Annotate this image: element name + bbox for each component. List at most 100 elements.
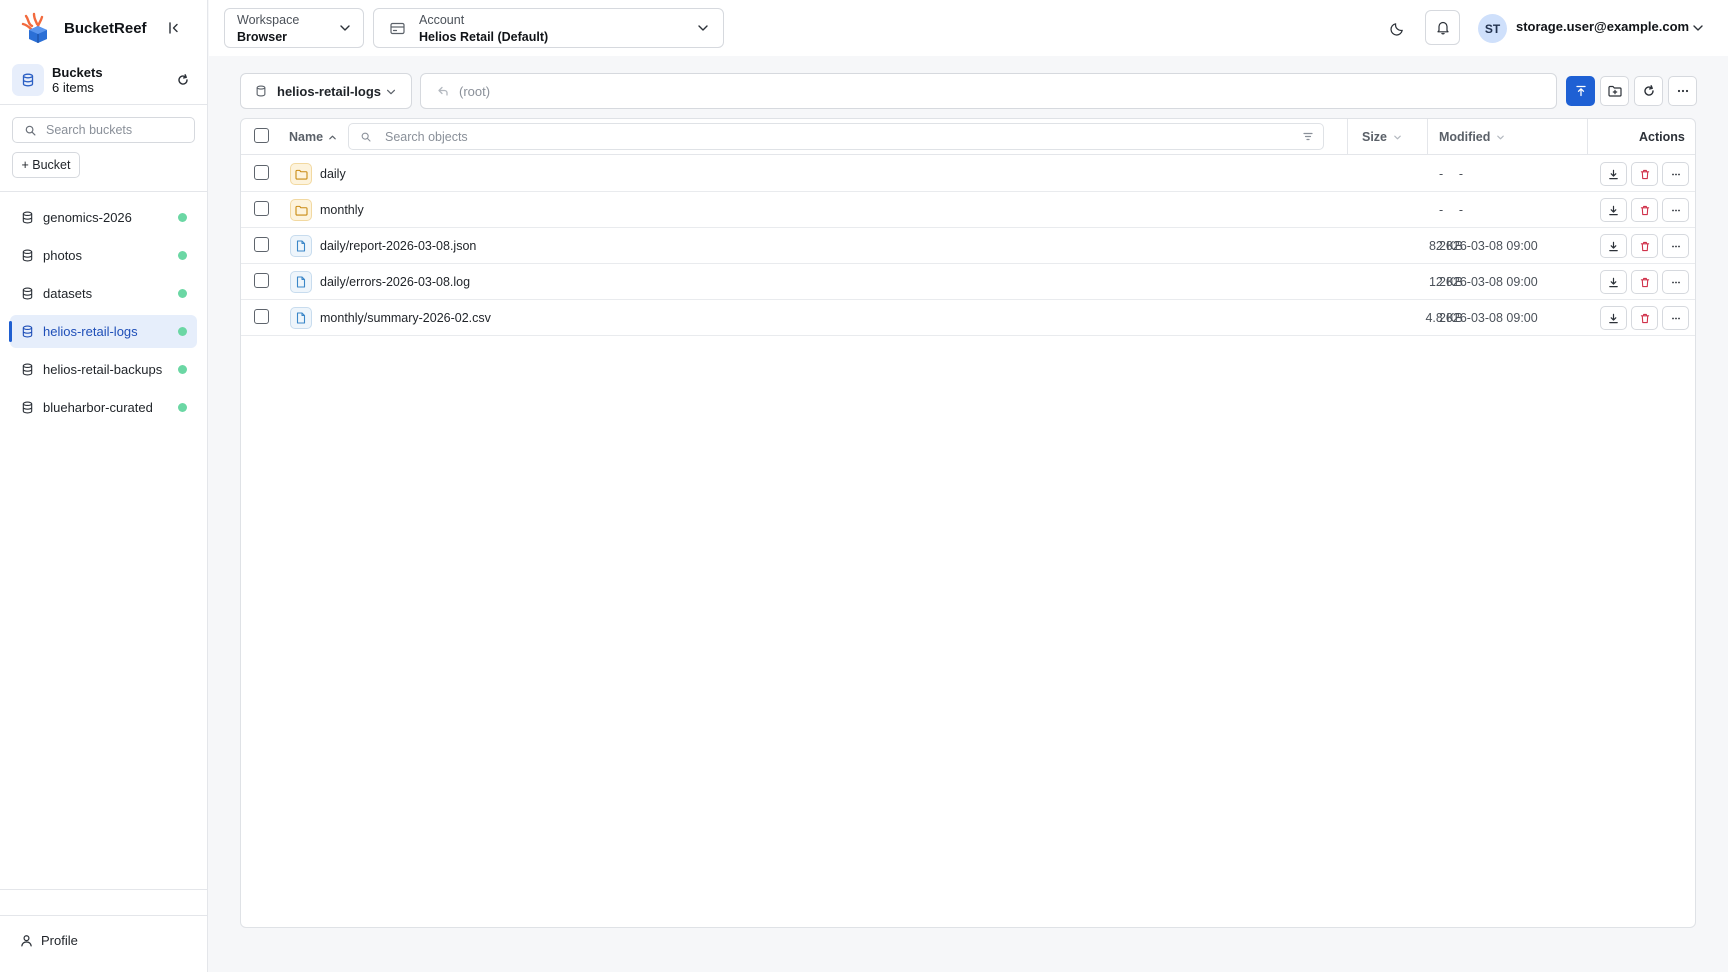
object-name[interactable]: daily	[320, 167, 346, 181]
bucket-item-label: datasets	[43, 286, 93, 301]
bucket-item-helios-retail-logs[interactable]: helios-retail-logs	[9, 315, 197, 348]
row-more-button[interactable]	[1662, 162, 1689, 186]
download-button[interactable]	[1600, 234, 1627, 258]
object-modified: -	[1439, 203, 1444, 217]
chevron-down-icon[interactable]	[1691, 21, 1705, 35]
bucket-search[interactable]	[12, 117, 195, 143]
delete-button[interactable]	[1631, 198, 1658, 222]
download-button[interactable]	[1600, 198, 1627, 222]
refresh-icon	[1643, 85, 1654, 96]
more-icon	[1671, 317, 1680, 319]
row-more-button[interactable]	[1662, 270, 1689, 294]
bucket-icon	[22, 287, 33, 300]
column-modified[interactable]: Modified	[1439, 130, 1490, 144]
theme-toggle-button[interactable]	[1385, 16, 1409, 40]
table-row[interactable]: daily/report-2026-03-08.json 82 KB 2026-…	[241, 228, 1695, 264]
chevron-down-icon	[386, 89, 396, 95]
table-header: Name Size Modified Actions	[241, 119, 1695, 155]
account-selector[interactable]: Account Helios Retail (Default)	[373, 8, 724, 48]
collapse-sidebar-button[interactable]	[164, 18, 184, 38]
delete-button[interactable]	[1631, 162, 1658, 186]
user-email[interactable]: storage.user@example.com	[1516, 19, 1689, 34]
table-row[interactable]: daily/errors-2026-03-08.log 12 KB 2026-0…	[241, 264, 1695, 300]
back-arrow-icon[interactable]	[437, 85, 449, 97]
search-icon	[25, 125, 36, 135]
table-row[interactable]: monthly/summary-2026-02.csv 4.8 KB 2026-…	[241, 300, 1695, 336]
download-button[interactable]	[1600, 162, 1627, 186]
add-bucket-button[interactable]: + Bucket	[12, 152, 80, 178]
buckets-count: 6 items	[52, 80, 94, 95]
status-dot	[178, 365, 187, 374]
current-path: (root)	[459, 83, 491, 99]
download-button[interactable]	[1600, 306, 1627, 330]
profile-link[interactable]: Profile	[20, 933, 78, 948]
more-icon	[1677, 89, 1688, 93]
workspace-selector[interactable]: Workspace Browser	[224, 8, 364, 48]
table-row[interactable]: daily - -	[241, 156, 1695, 192]
object-name[interactable]: monthly/summary-2026-02.csv	[320, 311, 491, 325]
file-icon	[290, 307, 312, 329]
divider	[0, 915, 207, 916]
bucket-item-helios-retail-backups[interactable]: helios-retail-backups	[10, 353, 197, 386]
object-search[interactable]	[348, 123, 1324, 150]
bucket-selector[interactable]: helios-retail-logs	[240, 73, 412, 109]
object-search-input[interactable]	[385, 129, 1265, 144]
object-name[interactable]: monthly	[320, 203, 364, 217]
row-checkbox[interactable]	[254, 201, 269, 216]
bucket-icon	[22, 363, 33, 376]
delete-button[interactable]	[1631, 234, 1658, 258]
delete-button[interactable]	[1631, 270, 1658, 294]
bucket-icon	[22, 249, 33, 262]
more-actions-button[interactable]	[1668, 76, 1697, 106]
row-checkbox[interactable]	[254, 309, 269, 324]
row-more-button[interactable]	[1662, 198, 1689, 222]
notifications-button[interactable]	[1425, 10, 1460, 45]
column-name[interactable]: Name	[289, 130, 323, 144]
more-icon	[1671, 281, 1680, 283]
divider	[0, 889, 207, 890]
object-name[interactable]: daily/report-2026-03-08.json	[320, 239, 476, 253]
search-icon	[361, 132, 371, 142]
delete-button[interactable]	[1631, 306, 1658, 330]
bucket-search-input[interactable]	[46, 123, 176, 137]
table-row[interactable]: monthly - -	[241, 192, 1695, 228]
bucket-item-label: helios-retail-logs	[43, 324, 138, 339]
object-name[interactable]: daily/errors-2026-03-08.log	[320, 275, 470, 289]
more-icon	[1671, 209, 1680, 211]
trash-icon	[1640, 205, 1649, 215]
column-size[interactable]: Size	[1362, 130, 1387, 144]
folder-icon	[290, 199, 312, 221]
row-checkbox[interactable]	[254, 165, 269, 180]
refresh-button[interactable]	[1634, 76, 1663, 106]
bucket-item-blueharbor-curated[interactable]: blueharbor-curated	[10, 391, 197, 424]
buckets-header: Buckets 6 items	[12, 62, 196, 98]
objects-table: Name Size Modified Actions daily - -	[240, 118, 1696, 928]
download-button[interactable]	[1600, 270, 1627, 294]
download-icon	[1609, 277, 1618, 287]
brand[interactable]: BucketReef	[20, 11, 147, 45]
bucket-item-genomics-2026[interactable]: genomics-2026	[10, 201, 197, 234]
buckets-title: Buckets	[52, 65, 103, 80]
sort-icon[interactable]	[1393, 133, 1402, 142]
filter-icon[interactable]	[1303, 132, 1313, 141]
row-more-button[interactable]	[1662, 306, 1689, 330]
download-icon	[1609, 205, 1618, 215]
row-checkbox[interactable]	[254, 237, 269, 252]
download-icon	[1609, 313, 1618, 323]
row-more-button[interactable]	[1662, 234, 1689, 258]
bucket-icon	[256, 85, 266, 97]
profile-label: Profile	[41, 933, 78, 948]
refresh-buckets-button[interactable]	[174, 71, 192, 89]
card-icon	[390, 22, 405, 35]
select-all-checkbox[interactable]	[254, 128, 269, 143]
bucket-item-datasets[interactable]: datasets	[10, 277, 197, 310]
column-divider	[1427, 119, 1428, 155]
sort-asc-icon[interactable]	[328, 133, 337, 142]
upload-button[interactable]	[1566, 76, 1595, 106]
avatar[interactable]: ST	[1478, 14, 1507, 43]
sort-icon[interactable]	[1496, 133, 1505, 142]
row-checkbox[interactable]	[254, 273, 269, 288]
new-folder-button[interactable]	[1600, 76, 1629, 106]
bucket-icon	[22, 401, 33, 414]
bucket-item-photos[interactable]: photos	[10, 239, 197, 272]
